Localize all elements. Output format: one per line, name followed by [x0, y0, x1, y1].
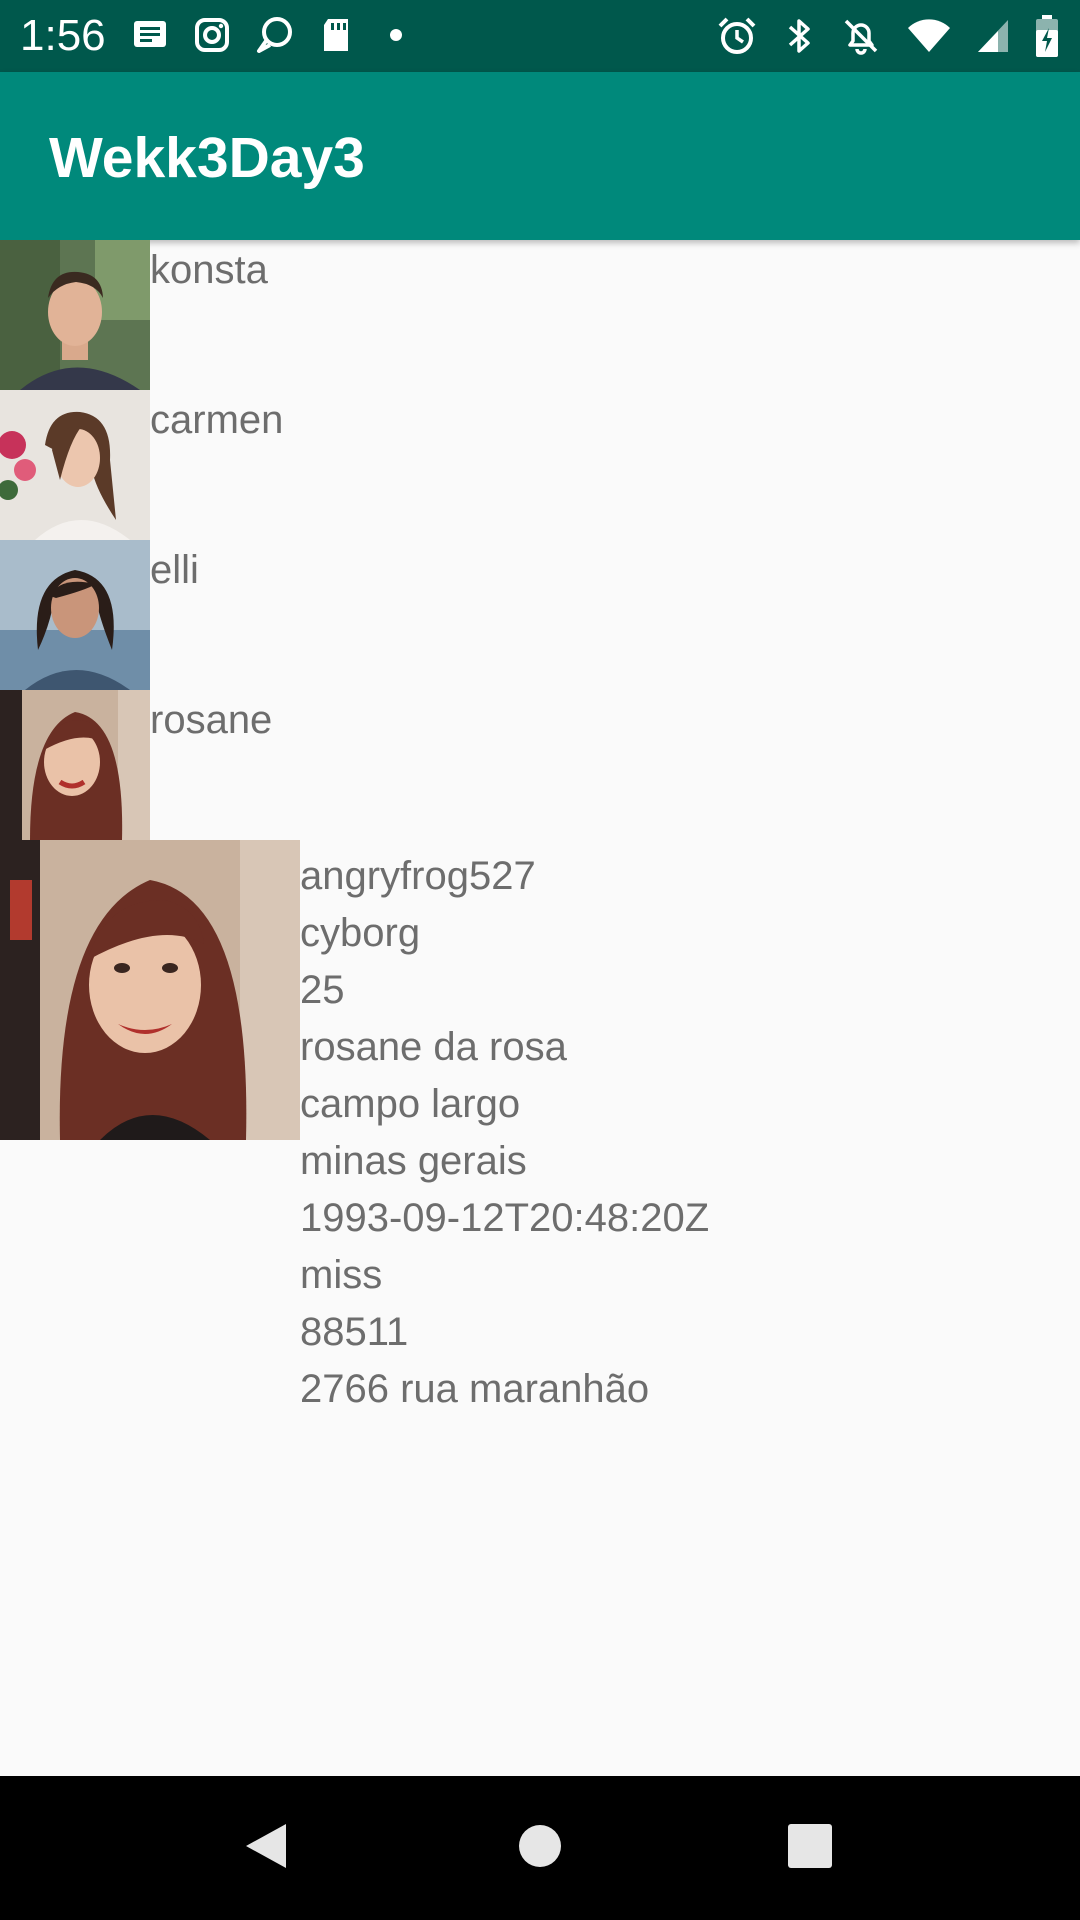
avatar [0, 690, 150, 840]
avatar [0, 540, 150, 690]
sd-card-icon [318, 15, 354, 55]
list-item[interactable]: rosane [0, 690, 1080, 840]
detail-lines: angryfrog527 cyborg 25 rosane da rosa ca… [300, 848, 709, 1418]
wifi-icon [906, 16, 952, 56]
status-left-icons [130, 14, 416, 56]
alarm-icon [716, 15, 758, 57]
bluetooth-icon [782, 15, 816, 57]
detail-state: minas gerais [300, 1139, 527, 1183]
detail-age: 25 [300, 968, 345, 1012]
back-button[interactable] [234, 1816, 298, 1880]
detail-title: miss [300, 1253, 383, 1297]
battery-charging-icon [1034, 14, 1060, 58]
user-name: carmen [150, 398, 284, 442]
detail-full-name: rosane da rosa [300, 1025, 567, 1069]
avatar [0, 240, 150, 390]
detail-city: campo largo [300, 1082, 521, 1126]
dot-icon [376, 15, 416, 55]
back-icon [242, 1820, 290, 1877]
detail-photo [0, 840, 300, 1140]
user-name: rosane [150, 698, 273, 742]
detail-street: 2766 rua maranhão [300, 1367, 650, 1411]
app-title: Wekk3Day3 [49, 126, 365, 190]
cell-signal-icon [976, 16, 1010, 56]
user-name: elli [150, 548, 199, 592]
list-item[interactable]: konsta [0, 240, 1080, 390]
recents-button[interactable] [778, 1816, 842, 1880]
recents-icon [787, 1823, 833, 1874]
detail-password: cyborg [300, 911, 421, 955]
user-name: konsta [150, 248, 268, 292]
app-bar: Wekk3Day3 [0, 72, 1080, 240]
status-time: 1:56 [20, 11, 106, 60]
user-list[interactable]: konsta carmen elli rosane [0, 240, 1080, 840]
navigation-bar [0, 1776, 1080, 1920]
instagram-icon [192, 15, 232, 55]
user-detail: angryfrog527 cyborg 25 rosane da rosa ca… [0, 840, 1080, 1420]
chat-bubble-icon [254, 14, 296, 56]
detail-postcode: 88511 [300, 1310, 409, 1354]
detail-dob: 1993-09-12T20:48:20Z [300, 1196, 710, 1240]
notifications-off-icon [840, 15, 882, 57]
list-item[interactable]: carmen [0, 390, 1080, 540]
avatar [0, 390, 150, 540]
detail-username: angryfrog527 [300, 854, 536, 898]
list-item[interactable]: elli [0, 540, 1080, 690]
status-bar: 1:56 [0, 0, 1080, 72]
home-icon [517, 1823, 563, 1874]
status-right-icons [716, 14, 1060, 58]
message-icon [130, 15, 170, 55]
home-button[interactable] [508, 1816, 572, 1880]
